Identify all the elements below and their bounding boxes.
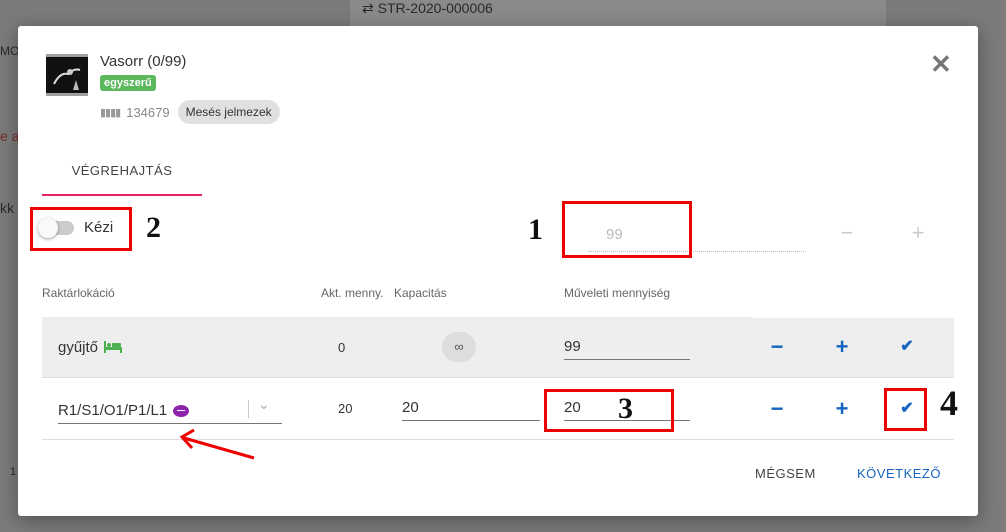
column-header-capacity: Kapacitás: [394, 286, 447, 300]
current-qty-cell: 20: [338, 401, 353, 416]
annotation-box-3: [544, 389, 674, 432]
product-type-badge: egyszerű: [100, 75, 156, 91]
decrement-button[interactable]: −: [766, 336, 788, 358]
annotation-number: 4: [940, 383, 958, 423]
annotation-number: 3: [618, 392, 633, 425]
location-cell: gyűjtő: [58, 339, 123, 356]
annotation-box-2: [30, 207, 132, 251]
increment-button[interactable]: +: [831, 398, 853, 420]
product-barcode: 134679: [126, 104, 170, 120]
location-select-value: R1/S1/O1/P1/L1: [58, 402, 168, 419]
current-qty-cell: 0: [338, 340, 346, 355]
bed-icon: [104, 340, 123, 356]
annotation-box-1: [562, 201, 692, 258]
close-icon[interactable]: ✕: [930, 51, 952, 77]
location-name: gyűjtő: [58, 339, 99, 356]
capacity-infinite-chip: ∞: [442, 332, 476, 362]
bg-fragment: e a: [0, 128, 20, 144]
annotation-number: 2: [146, 211, 161, 244]
category-chip: Mesés jelmezek: [177, 100, 280, 124]
operation-qty-input[interactable]: 99: [564, 338, 690, 360]
table-row: [42, 317, 954, 378]
bg-doc-number: ⇄ STR-2020-000006: [362, 0, 493, 16]
column-header-current-qty: Akt. menny.: [321, 286, 384, 300]
bg-fragment: 1: [10, 466, 17, 478]
column-header-location: Raktárlokáció: [42, 286, 115, 300]
confirm-check-icon[interactable]: ✔: [896, 336, 918, 358]
bg-fragment: kk: [0, 200, 14, 216]
decrement-button-disabled[interactable]: −: [836, 222, 858, 244]
tab-execution[interactable]: VÉGREHAJTÁS: [42, 156, 202, 196]
annotation-number: 1: [528, 213, 543, 246]
annotation-box-4: [884, 388, 927, 431]
product-image: [46, 54, 88, 96]
annotation-arrow: [179, 428, 255, 460]
increment-button[interactable]: +: [831, 336, 853, 358]
product-meta: ▮▮▮▮ 134679 Mesés jelmezek: [100, 100, 280, 124]
cancel-button[interactable]: MÉGSEM: [755, 466, 816, 481]
barcode-icon: ▮▮▮▮: [100, 105, 121, 119]
product-name: Vasorr (0/99): [100, 53, 187, 70]
next-button[interactable]: KÖVETKEZŐ: [857, 466, 941, 481]
column-header-operation-qty: Műveleti mennyiség: [564, 286, 671, 300]
capacity-input[interactable]: 20: [402, 399, 540, 421]
increment-button-disabled[interactable]: +: [907, 222, 929, 244]
decrement-button[interactable]: −: [766, 398, 788, 420]
